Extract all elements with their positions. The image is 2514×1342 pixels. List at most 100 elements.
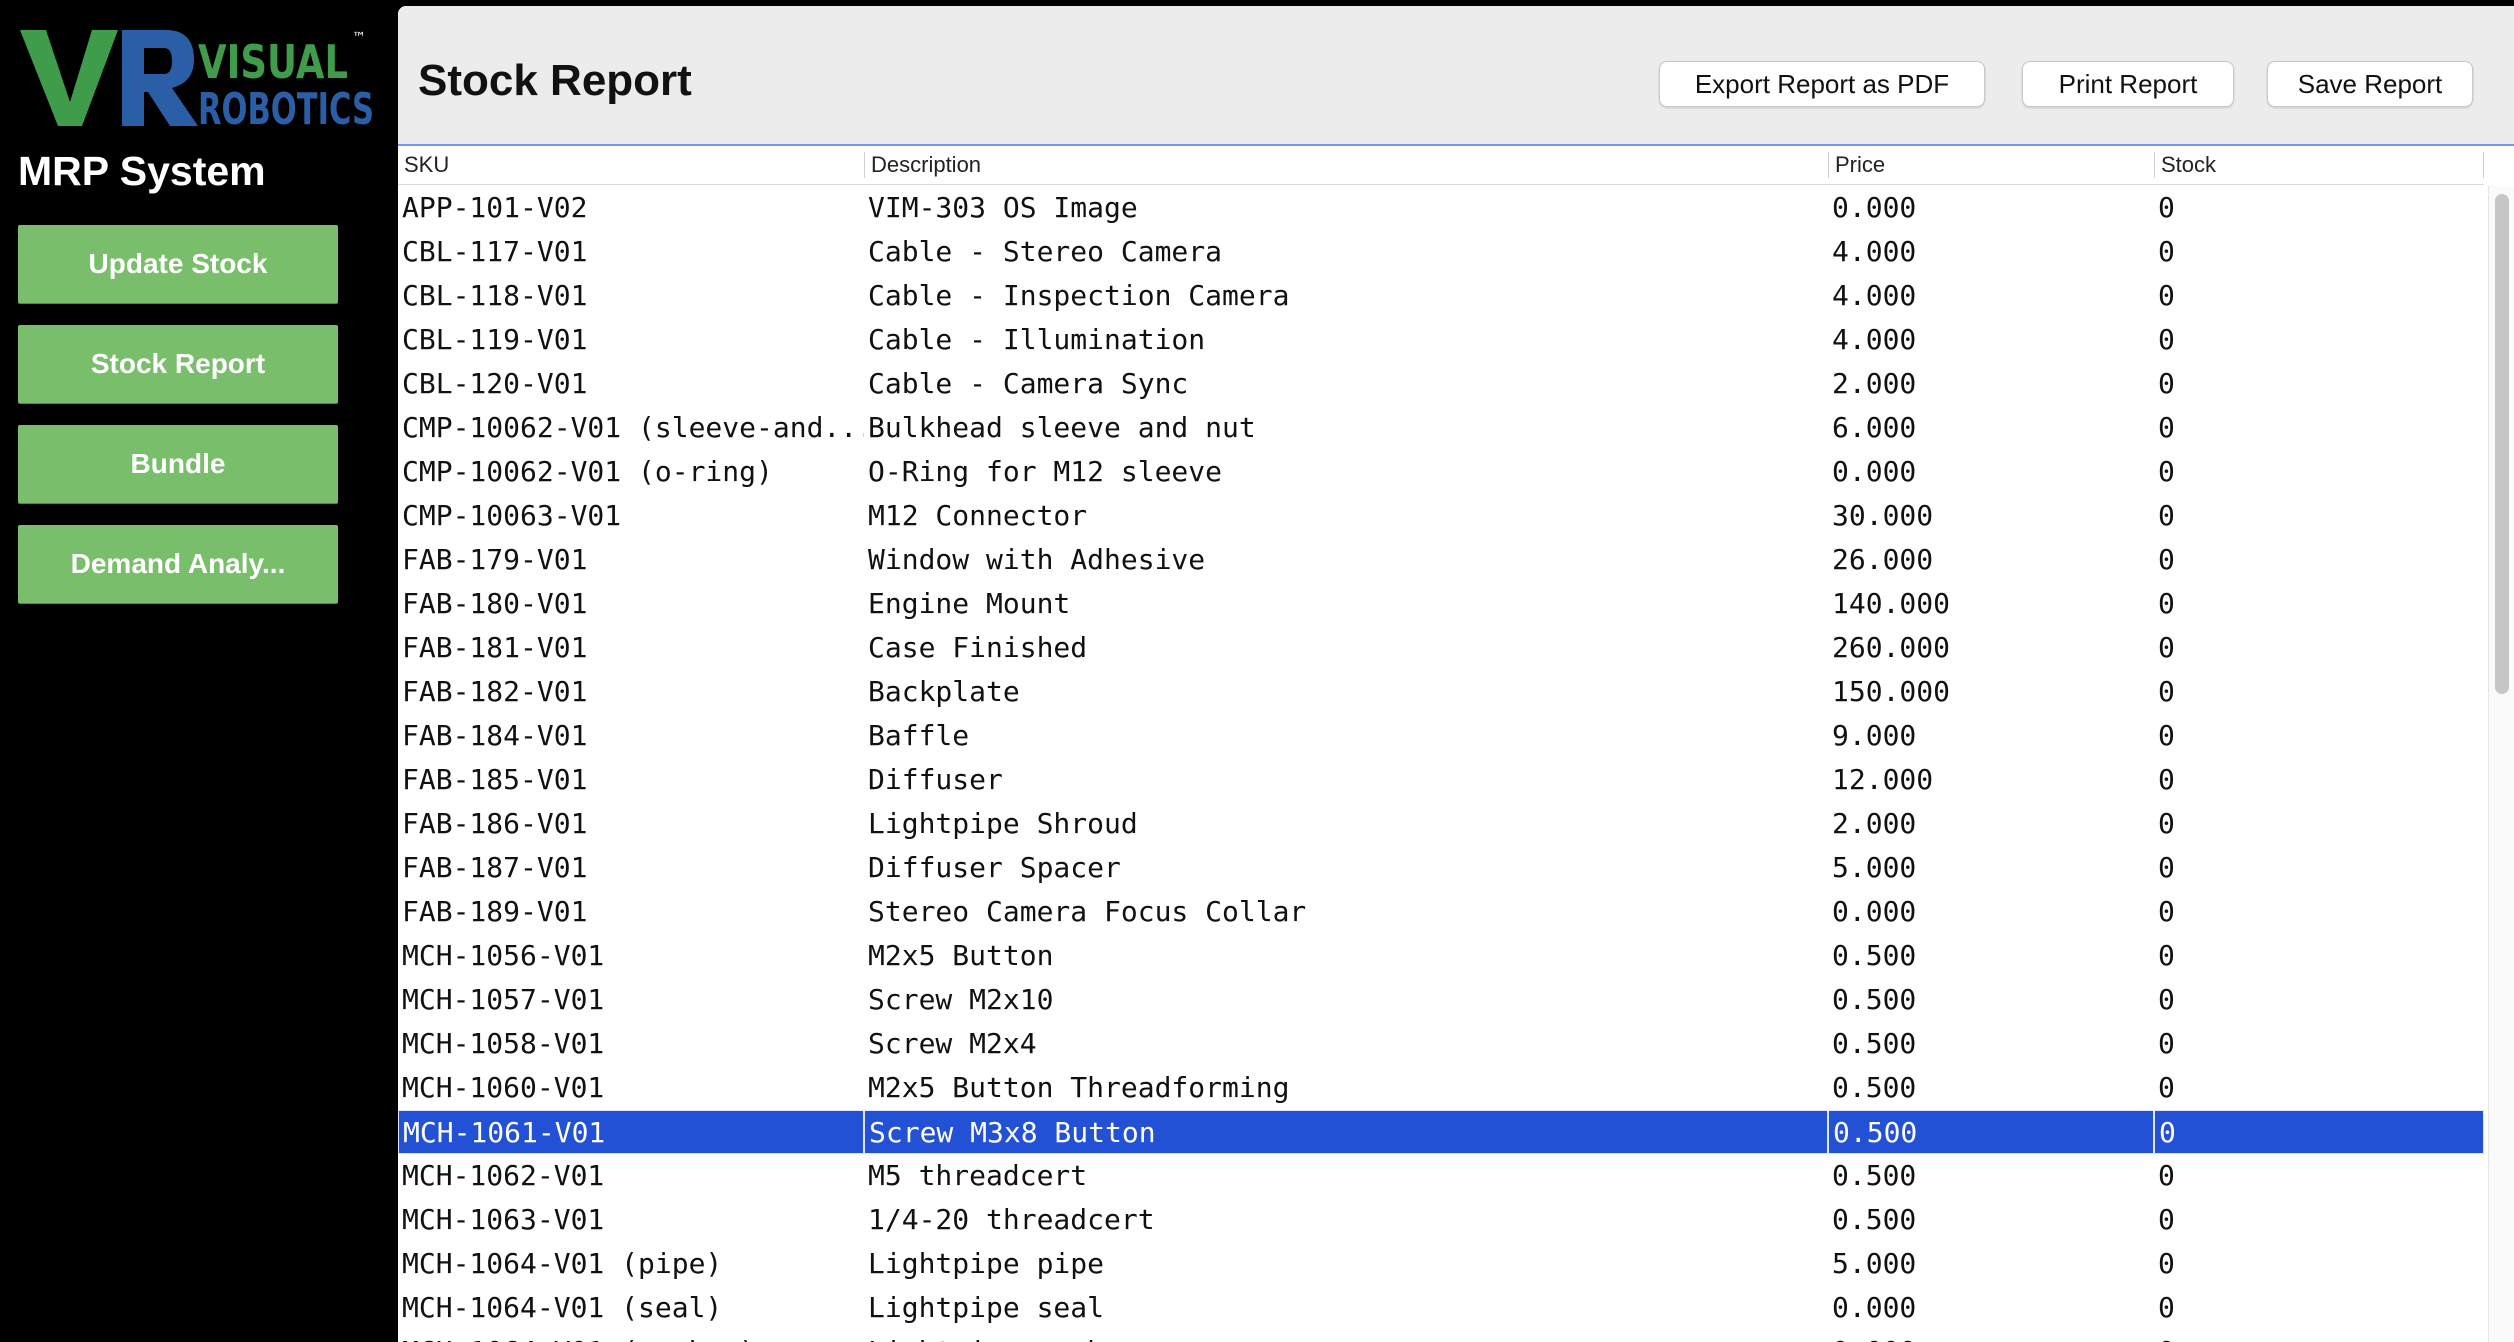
price-cell[interactable]: 30.000: [1828, 494, 2154, 538]
table-row[interactable]: CBL-120-V01 Cable - Camera Sync 2.000 0: [398, 362, 2484, 406]
sku-cell[interactable]: CMP-10062-V01 (sleeve-and...: [398, 406, 864, 450]
sku-cell[interactable]: FAB-182-V01: [398, 670, 864, 714]
price-cell[interactable]: 0.000: [1828, 1330, 2154, 1342]
description-cell[interactable]: Lightpipe Shroud: [864, 802, 1828, 846]
sku-cell[interactable]: FAB-181-V01: [398, 626, 864, 670]
stock-cell[interactable]: 0: [2154, 1330, 2484, 1342]
table-row[interactable]: CBL-119-V01 Cable - Illumination 4.000 0: [398, 318, 2484, 362]
price-cell[interactable]: 2.000: [1828, 362, 2154, 406]
table-row[interactable]: MCH-1058-V01 Screw M2x4 0.500 0: [398, 1022, 2484, 1066]
price-cell[interactable]: 0.500: [1828, 978, 2154, 1022]
price-cell[interactable]: 0.000: [1828, 890, 2154, 934]
stock-cell[interactable]: 0: [2154, 1066, 2484, 1110]
price-cell[interactable]: 9.000: [1828, 714, 2154, 758]
column-header-sku[interactable]: SKU: [398, 152, 864, 178]
scrollbar-thumb[interactable]: [2495, 194, 2509, 694]
description-cell[interactable]: VIM-303 OS Image: [864, 186, 1828, 230]
stock-cell[interactable]: 0: [2154, 494, 2484, 538]
stock-cell[interactable]: 0: [2154, 582, 2484, 626]
price-cell[interactable]: 4.000: [1828, 318, 2154, 362]
sku-cell[interactable]: MCH-1063-V01: [398, 1198, 864, 1242]
description-cell[interactable]: Screw M2x4: [864, 1022, 1828, 1066]
stock-cell[interactable]: 0: [2154, 890, 2484, 934]
table-row[interactable]: FAB-187-V01 Diffuser Spacer 5.000 0: [398, 846, 2484, 890]
table-row[interactable]: CMP-10062-V01 (o-ring) O-Ring for M12 sle…: [398, 450, 2484, 494]
sku-cell[interactable]: FAB-184-V01: [398, 714, 864, 758]
stock-cell[interactable]: 0: [2154, 318, 2484, 362]
stock-cell[interactable]: 0: [2154, 714, 2484, 758]
table-row[interactable]: FAB-181-V01 Case Finished 260.000 0: [398, 626, 2484, 670]
print-report-button[interactable]: Print Report: [2022, 61, 2234, 107]
description-cell[interactable]: Screw M2x10: [864, 978, 1828, 1022]
save-report-button[interactable]: Save Report: [2267, 61, 2473, 107]
description-cell[interactable]: 1/4-20 threadcert: [864, 1198, 1828, 1242]
stock-cell[interactable]: 0: [2154, 538, 2484, 582]
sku-cell[interactable]: CBL-118-V01: [398, 274, 864, 318]
vertical-scrollbar[interactable]: [2488, 186, 2514, 1342]
description-cell[interactable]: Screw M3x8 Button: [864, 1110, 1828, 1154]
price-cell[interactable]: 0.000: [1828, 1286, 2154, 1330]
table-row[interactable]: FAB-189-V01 Stereo Camera Focus Collar 0.0…: [398, 890, 2484, 934]
stock-cell[interactable]: 0: [2154, 846, 2484, 890]
table-row[interactable]: MCH-1061-V01 Screw M3x8 Button 0.500 0: [398, 1110, 2484, 1154]
table-row[interactable]: MCH-1064-V01 (pipe) Lightpipe pipe 5.000 0: [398, 1242, 2484, 1286]
description-cell[interactable]: Cable - Camera Sync: [864, 362, 1828, 406]
stock-cell[interactable]: 0: [2154, 362, 2484, 406]
price-cell[interactable]: 0.500: [1828, 1022, 2154, 1066]
stock-cell[interactable]: 0: [2154, 450, 2484, 494]
price-cell[interactable]: 5.000: [1828, 846, 2154, 890]
price-cell[interactable]: 0.500: [1828, 934, 2154, 978]
description-cell[interactable]: Bulkhead sleeve and nut: [864, 406, 1828, 450]
price-cell[interactable]: 2.000: [1828, 802, 2154, 846]
description-cell[interactable]: Lightpipe pipe: [864, 1242, 1828, 1286]
price-cell[interactable]: 260.000: [1828, 626, 2154, 670]
stock-cell[interactable]: 0: [2154, 670, 2484, 714]
update-stock-button[interactable]: Update Stock: [18, 225, 338, 303]
table-row[interactable]: APP-101-V02 VIM-303 OS Image 0.000 0: [398, 186, 2484, 230]
stock-cell[interactable]: 0: [2154, 1110, 2484, 1154]
table-row[interactable]: CBL-117-V01 Cable - Stereo Camera 4.000 0: [398, 230, 2484, 274]
price-cell[interactable]: 140.000: [1828, 582, 2154, 626]
description-cell[interactable]: Lightpipe washer: [864, 1330, 1828, 1342]
table-row[interactable]: CMP-10062-V01 (sleeve-and... Bulkhead sle…: [398, 406, 2484, 450]
description-cell[interactable]: M2x5 Button: [864, 934, 1828, 978]
sku-cell[interactable]: APP-101-V02: [398, 186, 864, 230]
description-cell[interactable]: Diffuser: [864, 758, 1828, 802]
price-cell[interactable]: 0.500: [1828, 1154, 2154, 1198]
stock-cell[interactable]: 0: [2154, 978, 2484, 1022]
stock-cell[interactable]: 0: [2154, 934, 2484, 978]
table-row[interactable]: FAB-180-V01 Engine Mount 140.000 0: [398, 582, 2484, 626]
sku-cell[interactable]: CMP-10062-V01 (o-ring): [398, 450, 864, 494]
sku-cell[interactable]: MCH-1060-V01: [398, 1066, 864, 1110]
sku-cell[interactable]: MCH-1064-V01 (pipe): [398, 1242, 864, 1286]
sku-cell[interactable]: FAB-189-V01: [398, 890, 864, 934]
table-row[interactable]: FAB-185-V01 Diffuser 12.000 0: [398, 758, 2484, 802]
description-cell[interactable]: Cable - Stereo Camera: [864, 230, 1828, 274]
stock-cell[interactable]: 0: [2154, 1242, 2484, 1286]
sku-cell[interactable]: FAB-180-V01: [398, 582, 864, 626]
description-cell[interactable]: Lightpipe seal: [864, 1286, 1828, 1330]
table-row[interactable]: CMP-10063-V01 M12 Connector 30.000 0: [398, 494, 2484, 538]
price-cell[interactable]: 26.000: [1828, 538, 2154, 582]
table-row[interactable]: CBL-118-V01 Cable - Inspection Camera 4.00…: [398, 274, 2484, 318]
table-row[interactable]: FAB-186-V01 Lightpipe Shroud 2.000 0: [398, 802, 2484, 846]
sku-cell[interactable]: CBL-120-V01: [398, 362, 864, 406]
sku-cell[interactable]: MCH-1056-V01: [398, 934, 864, 978]
column-header-stock[interactable]: Stock: [2154, 152, 2484, 178]
table-row[interactable]: MCH-1057-V01 Screw M2x10 0.500 0: [398, 978, 2484, 1022]
stock-cell[interactable]: 0: [2154, 1286, 2484, 1330]
description-cell[interactable]: Baffle: [864, 714, 1828, 758]
sku-cell[interactable]: CBL-117-V01: [398, 230, 864, 274]
export-pdf-button[interactable]: Export Report as PDF: [1659, 61, 1985, 107]
sku-cell[interactable]: MCH-1061-V01: [398, 1110, 864, 1154]
description-cell[interactable]: Backplate: [864, 670, 1828, 714]
price-cell[interactable]: 0.500: [1828, 1198, 2154, 1242]
sku-cell[interactable]: MCH-1058-V01: [398, 1022, 864, 1066]
stock-cell[interactable]: 0: [2154, 274, 2484, 318]
description-cell[interactable]: Diffuser Spacer: [864, 846, 1828, 890]
table-row[interactable]: MCH-1060-V01 M2x5 Button Threadforming 0.5…: [398, 1066, 2484, 1110]
table-row[interactable]: MCH-1056-V01 M2x5 Button 0.500 0: [398, 934, 2484, 978]
stock-report-button[interactable]: Stock Report: [18, 325, 338, 403]
price-cell[interactable]: 5.000: [1828, 1242, 2154, 1286]
table-row[interactable]: FAB-184-V01 Baffle 9.000 0: [398, 714, 2484, 758]
